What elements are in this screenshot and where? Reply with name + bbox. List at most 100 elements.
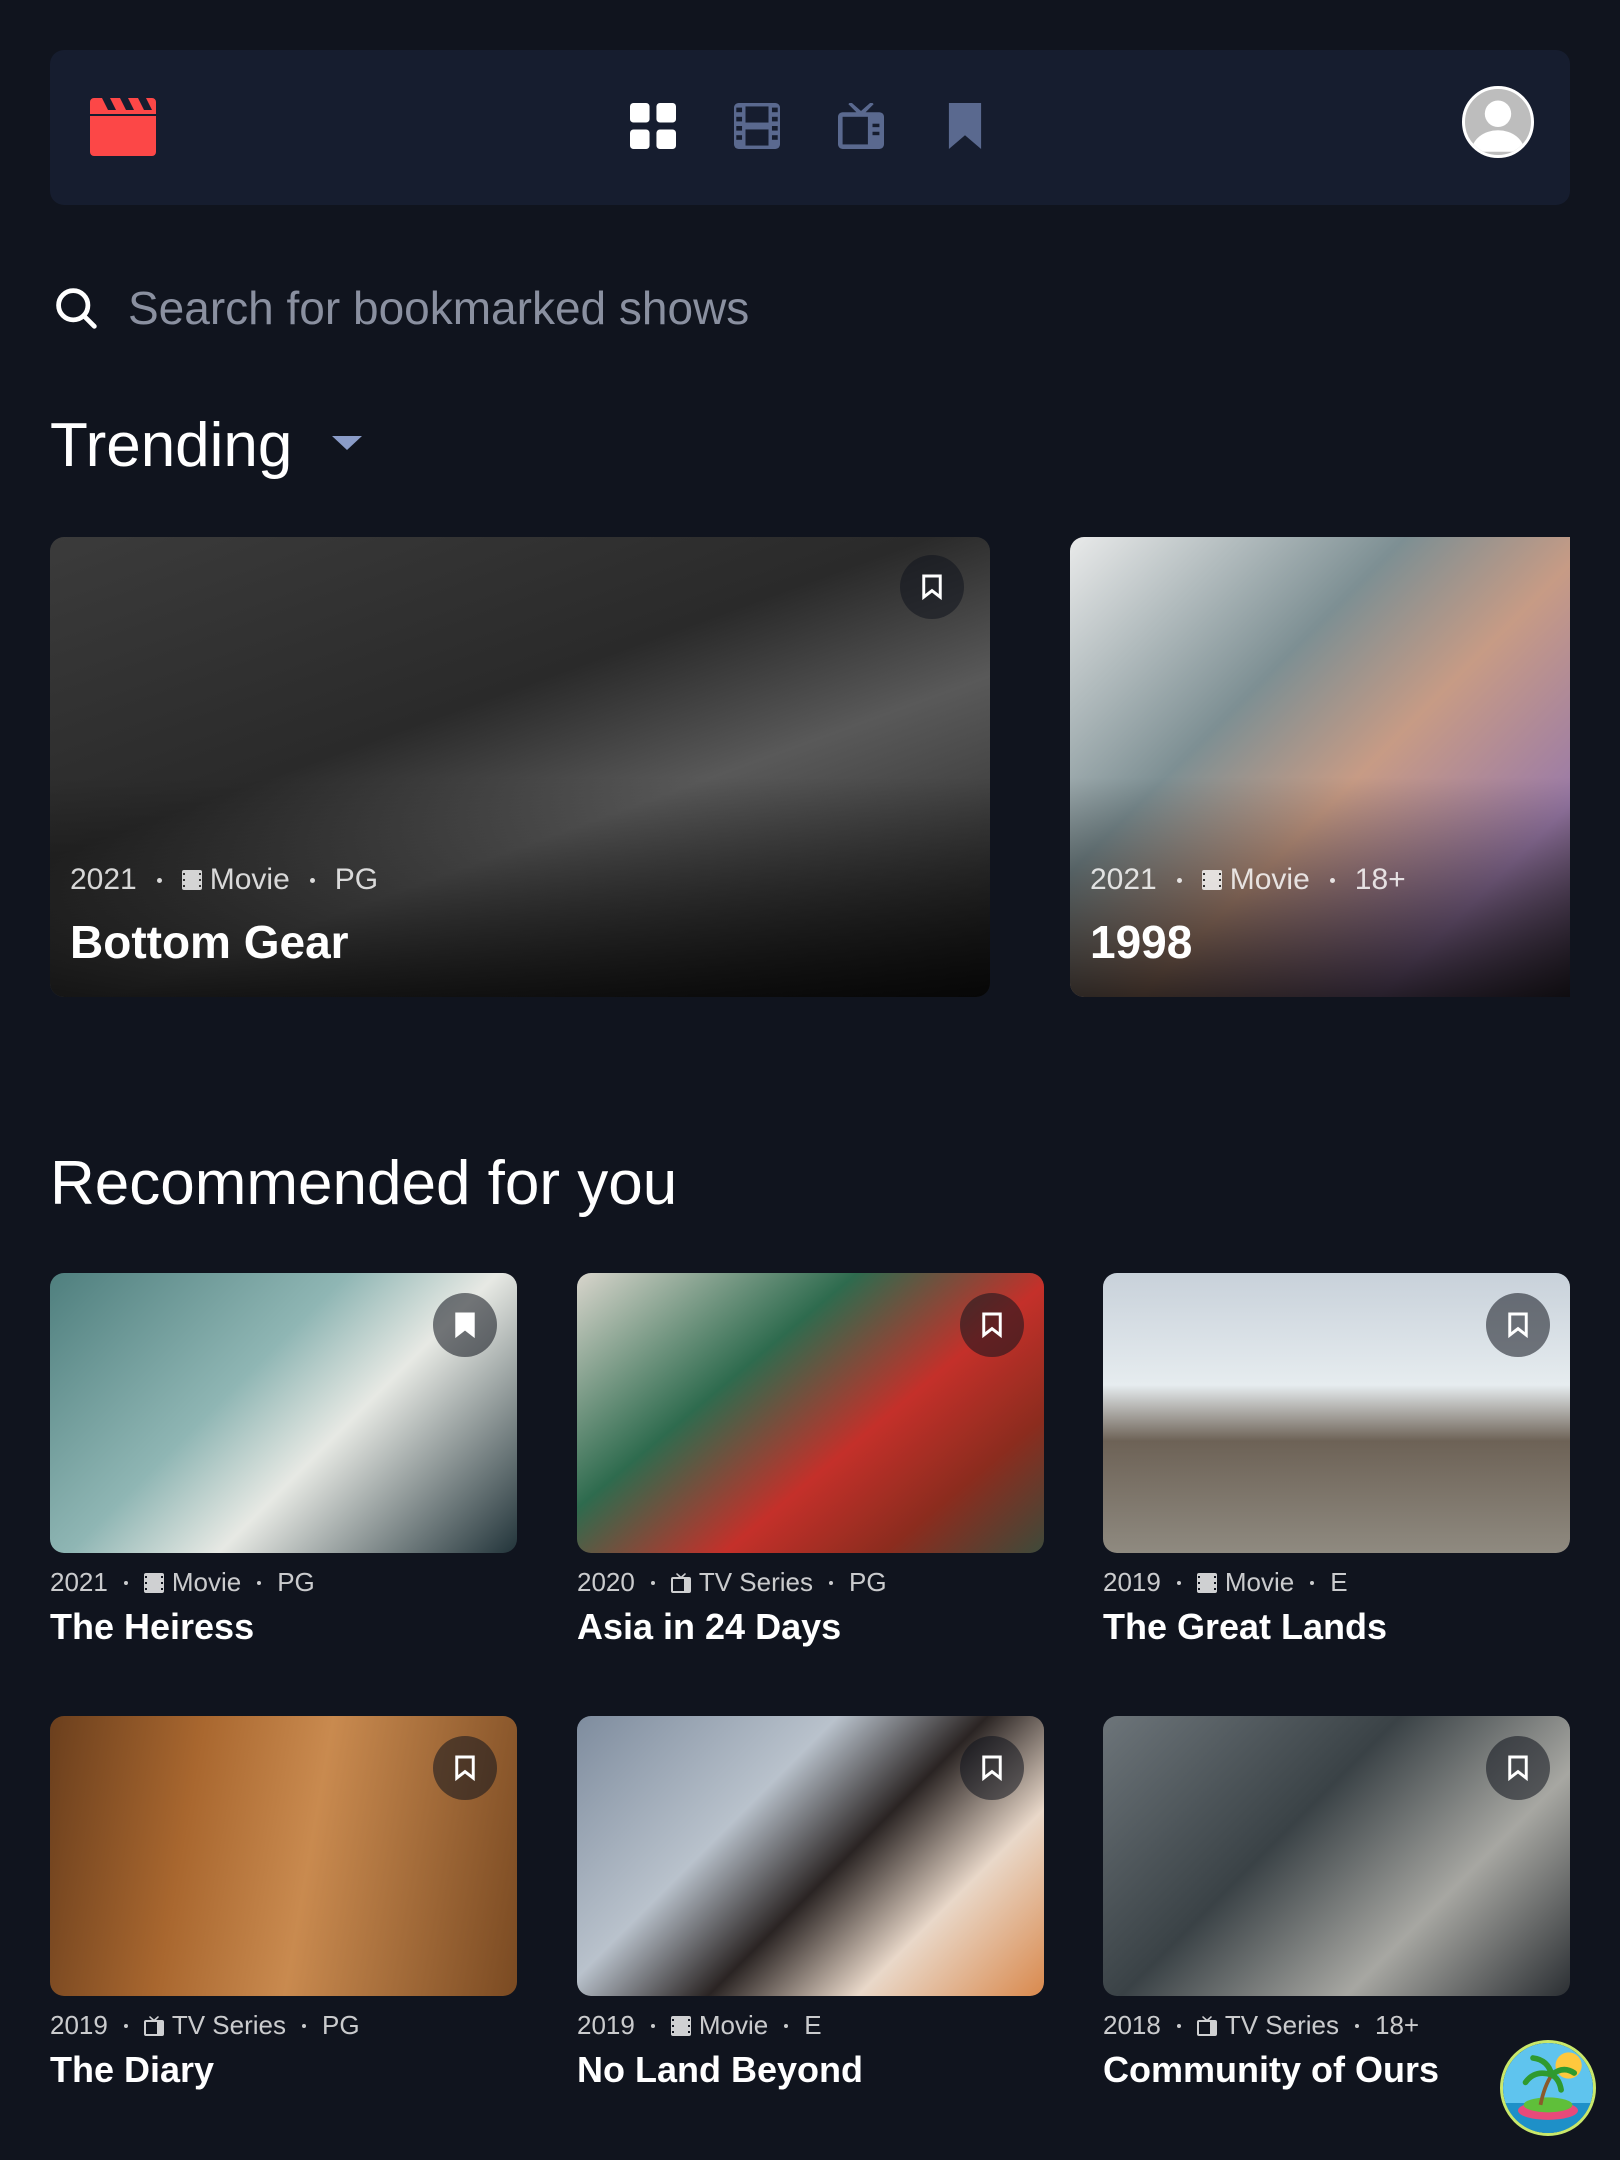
card-category: TV Series <box>698 1567 813 1597</box>
search-bar <box>50 270 1570 350</box>
meta-separator <box>1176 1580 1181 1585</box>
card-meta: 2020 TV Series PG <box>577 1567 1044 1598</box>
recommended-card[interactable]: 2019 Movie E The Great Lands <box>1103 1273 1570 1648</box>
bookmark-outline-icon <box>922 574 942 601</box>
trending-card[interactable]: 2021 Movie PG Bottom Gear <box>50 537 990 997</box>
meta-separator <box>257 1580 262 1585</box>
meta-separator <box>650 2023 655 2028</box>
recommended-card[interactable]: 2018 TV Series 18+ Community of Ours <box>1103 1716 1570 2091</box>
trending-card[interactable]: 2021 Movie 18+ 1998 <box>1070 537 1570 997</box>
card-year: 2021 <box>70 863 137 896</box>
bookmark-button[interactable] <box>900 555 964 619</box>
card-category: Movie <box>698 2010 769 2040</box>
card-rating: PG <box>849 1567 887 1597</box>
meta-separator <box>829 1580 833 1585</box>
recommended-card[interactable]: 2020 TV Series PG Asia in 24 Days <box>577 1273 1044 1648</box>
meta-separator <box>650 1580 655 1585</box>
meta-separator <box>1329 877 1335 883</box>
card-category: TV Series <box>171 2010 286 2040</box>
meta-separator <box>302 2023 306 2028</box>
card-rating: PG <box>334 863 379 896</box>
film-icon <box>670 2015 691 2036</box>
recommended-card[interactable]: 2019 Movie E No Land Beyond <box>577 1716 1044 2091</box>
bookmark-filled-icon <box>455 1312 475 1339</box>
card-title: The Diary <box>50 2049 215 2090</box>
card-thumbnail <box>1103 1716 1570 1996</box>
bookmark-button[interactable] <box>1486 1293 1550 1357</box>
card-meta: 2019 Movie E <box>1103 1567 1570 1598</box>
card-rating: 18+ <box>1354 863 1406 896</box>
meta-separator <box>123 2023 128 2028</box>
meta-separator <box>309 877 315 883</box>
meta-separator <box>1310 1580 1315 1585</box>
meta-separator <box>1176 2023 1181 2028</box>
film-icon <box>143 1572 164 1593</box>
card-category: Movie <box>1224 1567 1295 1597</box>
bookmark-outline-icon <box>1508 1755 1528 1782</box>
tv-icon <box>1196 2015 1217 2036</box>
bookmark-icon[interactable] <box>942 103 988 149</box>
search-input[interactable] <box>128 276 1428 340</box>
meta-separator <box>1176 877 1182 883</box>
card-category: Movie <box>209 863 290 896</box>
trending-heading: Trending <box>50 411 293 480</box>
bookmark-outline-icon <box>1508 1312 1528 1339</box>
card-title: No Land Beyond <box>577 2049 863 2090</box>
card-meta: 2021 Movie PG <box>70 863 378 897</box>
card-title: 1998 <box>1090 916 1193 968</box>
card-meta: 2019 Movie E <box>577 2010 1044 2041</box>
palm-island-icon <box>1503 2043 1593 2133</box>
card-title: The Great Lands <box>1103 1606 1388 1647</box>
clapperboard-icon[interactable] <box>90 96 156 156</box>
film-icon[interactable] <box>734 103 780 149</box>
film-icon <box>1201 870 1222 890</box>
card-category: Movie <box>171 1567 242 1597</box>
bookmark-outline-icon <box>455 1755 475 1782</box>
card-rating: PG <box>322 2010 360 2040</box>
island-fab-button[interactable] <box>1500 2040 1596 2136</box>
card-year: 2019 <box>1103 1567 1161 1597</box>
top-navbar <box>50 50 1570 205</box>
recommended-card[interactable]: 2019 TV Series PG The Diary <box>50 1716 517 2091</box>
bookmark-button[interactable] <box>960 1736 1024 1800</box>
card-category: Movie <box>1229 863 1310 896</box>
bookmark-button[interactable] <box>433 1736 497 1800</box>
tv-icon[interactable] <box>838 103 884 149</box>
meta-separator <box>123 1580 128 1585</box>
recommended-heading: Recommended for you <box>50 1149 678 1218</box>
bookmark-button[interactable] <box>1486 1736 1550 1800</box>
card-title: The Heiress <box>50 1606 255 1647</box>
card-rating: E <box>804 2010 822 2040</box>
meta-separator <box>1355 2023 1359 2028</box>
card-thumbnail <box>577 1716 1044 1996</box>
card-year: 2018 <box>1103 2010 1161 2040</box>
nav-links <box>630 95 988 157</box>
bookmark-outline-icon <box>982 1755 1002 1782</box>
card-year: 2019 <box>577 2010 635 2040</box>
card-rating: E <box>1330 1567 1348 1597</box>
dropdown-caret-icon[interactable] <box>330 432 364 454</box>
card-year: 2021 <box>50 1567 108 1597</box>
recommended-card[interactable]: 2021 Movie PG The Heiress <box>50 1273 517 1648</box>
card-rating: PG <box>277 1567 315 1597</box>
meta-separator <box>784 2023 789 2028</box>
film-icon <box>181 870 202 890</box>
card-meta: 2021 Movie 18+ <box>1090 863 1406 897</box>
card-meta: 2018 TV Series 18+ <box>1103 2010 1570 2041</box>
bookmark-button[interactable] <box>960 1293 1024 1357</box>
user-avatar[interactable] <box>1462 86 1534 158</box>
card-thumbnail <box>577 1273 1044 1553</box>
card-thumbnail <box>50 1273 517 1553</box>
bookmark-button[interactable] <box>433 1293 497 1357</box>
card-rating: 18+ <box>1375 2010 1420 2040</box>
tv-icon <box>670 1572 691 1593</box>
card-title: Asia in 24 Days <box>577 1606 842 1647</box>
card-year: 2019 <box>50 2010 108 2040</box>
search-icon <box>56 288 97 329</box>
card-meta: 2021 Movie PG <box>50 1567 517 1598</box>
card-title: Bottom Gear <box>70 916 349 968</box>
card-meta: 2019 TV Series PG <box>50 2010 517 2041</box>
grid-icon[interactable] <box>630 103 676 149</box>
card-year: 2020 <box>577 1567 635 1597</box>
card-thumbnail <box>50 1716 517 1996</box>
